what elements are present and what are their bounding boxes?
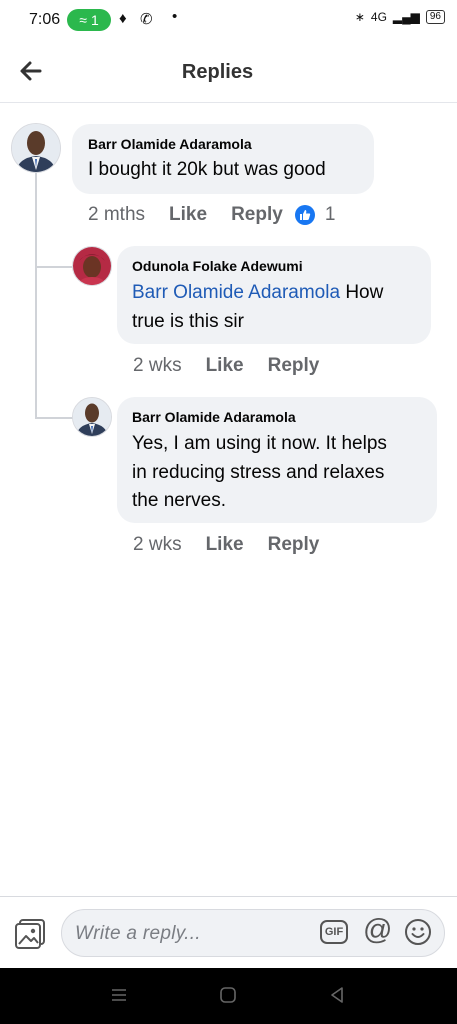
emoji-icon[interactable] xyxy=(404,918,432,946)
status-right: ∗ 4G ▂▄▆ 96 xyxy=(355,10,445,24)
profile-photo xyxy=(12,124,60,172)
comment-text-line: in reducing stress and relaxes xyxy=(132,462,385,483)
photo-icon[interactable] xyxy=(14,918,46,950)
comment-actions: 2 wks Like Reply xyxy=(133,355,343,377)
hotspot-icon: ≈ xyxy=(79,12,87,28)
like-button[interactable]: Like xyxy=(206,534,244,556)
comment-bubble[interactable]: Barr Olamide Adaramola Yes, I am using i… xyxy=(117,397,437,523)
comment-text-line: the nerves. xyxy=(132,490,226,511)
signal-icon: ▂▄▆ xyxy=(392,10,420,24)
comment-bubble[interactable]: Barr Olamide Adaramola I bought it 20k b… xyxy=(72,124,374,194)
more-notifications-dot: • xyxy=(172,8,178,25)
network-type: 4G xyxy=(370,10,387,24)
thread-connector xyxy=(35,417,73,419)
back-nav-icon[interactable] xyxy=(328,986,346,1004)
thread-connector xyxy=(35,266,73,268)
avatar[interactable] xyxy=(72,397,112,437)
thread-line xyxy=(35,172,37,418)
whatsapp-icon: ✆ xyxy=(140,11,153,28)
status-bar: 7:06 ≈ 1 ♦ ✆ • ∗ 4G ▂▄▆ 96 xyxy=(0,0,457,40)
profile-photo xyxy=(73,398,111,436)
gif-button[interactable]: GIF xyxy=(320,920,348,944)
comment-author[interactable]: Barr Olamide Adaramola xyxy=(88,136,252,152)
comment-bubble[interactable]: Odunola Folake Adewumi Barr Olamide Adar… xyxy=(117,246,431,344)
avatar[interactable] xyxy=(72,246,112,286)
comment-text-line: true is this sir xyxy=(132,311,244,332)
comment-author[interactable]: Odunola Folake Adewumi xyxy=(132,258,303,274)
mention-button[interactable]: @ xyxy=(363,914,392,947)
avatar[interactable] xyxy=(11,123,61,173)
snapchat-icon: ♦ xyxy=(119,10,127,27)
comment-text: I bought it 20k but was good xyxy=(88,159,326,180)
like-button[interactable]: Like xyxy=(169,204,207,226)
like-button[interactable]: Like xyxy=(206,355,244,377)
mention-link[interactable]: Barr Olamide Adaramola xyxy=(132,282,340,303)
battery-icon: 96 xyxy=(425,10,445,24)
reply-button[interactable]: Reply xyxy=(231,204,283,226)
thumbs-up-icon[interactable] xyxy=(294,205,315,225)
comment-text: Barr Olamide Adaramola How xyxy=(132,278,383,307)
comment-text-part: How xyxy=(340,282,384,303)
comment-time: 2 wks xyxy=(133,355,182,376)
page-title: Replies xyxy=(181,61,254,83)
comment-text-line: Yes, I am using it now. It helps xyxy=(132,433,387,454)
reaction-count[interactable]: 1 xyxy=(325,204,336,226)
reply-input[interactable]: Write a reply... GIF @ xyxy=(61,909,445,957)
bluetooth-icon: ∗ xyxy=(354,10,365,24)
system-nav-bar xyxy=(0,968,457,1024)
hotspot-indicator: ≈ 1 xyxy=(67,9,111,31)
comment-actions: 2 mths Like Reply 1 xyxy=(88,204,335,226)
comment-author[interactable]: Barr Olamide Adaramola xyxy=(132,409,296,425)
menu-icon[interactable] xyxy=(110,986,128,1004)
reply-input-placeholder: Write a reply... xyxy=(75,923,201,944)
profile-photo xyxy=(73,247,111,285)
home-icon[interactable] xyxy=(219,986,237,1004)
hotspot-count: 1 xyxy=(90,12,99,28)
comment-time: 2 mths xyxy=(88,204,146,225)
header: Replies xyxy=(0,40,457,103)
reply-button[interactable]: Reply xyxy=(268,534,320,556)
reply-composer: Write a reply... GIF @ xyxy=(0,896,457,969)
comment-time: 2 wks xyxy=(133,534,182,555)
comment-actions: 2 wks Like Reply xyxy=(133,534,343,556)
reply-button[interactable]: Reply xyxy=(268,355,320,377)
status-time: 7:06 xyxy=(29,11,61,28)
